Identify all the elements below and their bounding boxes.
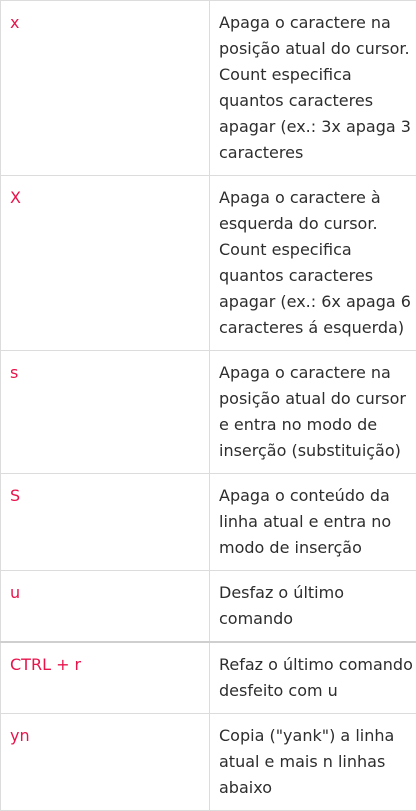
command-description: Apaga o caractere na posição atual do cu… [210, 1, 416, 176]
command-key: yn [1, 714, 210, 811]
command-description: Copia ("yank") a linha atual e mais n li… [210, 714, 416, 811]
table-row: X Apaga o caractere à esquerda do cursor… [1, 176, 416, 351]
command-key: X [1, 176, 210, 351]
command-key: S [1, 474, 210, 571]
table-row: yn Copia ("yank") a linha atual e mais n… [1, 714, 416, 811]
table-row: x Apaga o caractere na posição atual do … [1, 1, 416, 176]
command-description: Refaz o último comando desfeito com u [210, 642, 416, 714]
table-row: S Apaga o conteúdo da linha atual e entr… [1, 474, 416, 571]
command-key: CTRL + r [1, 642, 210, 714]
command-key: u [1, 571, 210, 643]
command-description: Apaga o caractere na posição atual do cu… [210, 351, 416, 474]
command-description: Apaga o conteúdo da linha atual e entra … [210, 474, 416, 571]
command-key: x [1, 1, 210, 176]
command-description: Apaga o caractere à esquerda do cursor. … [210, 176, 416, 351]
table-row: s Apaga o caractere na posição atual do … [1, 351, 416, 474]
command-key: s [1, 351, 210, 474]
table-row: CTRL + r Refaz o último comando desfeito… [1, 642, 416, 714]
table-row: u Desfaz o último comando [1, 571, 416, 643]
vim-commands-table: x Apaga o caractere na posição atual do … [0, 0, 416, 811]
command-description: Desfaz o último comando [210, 571, 416, 643]
